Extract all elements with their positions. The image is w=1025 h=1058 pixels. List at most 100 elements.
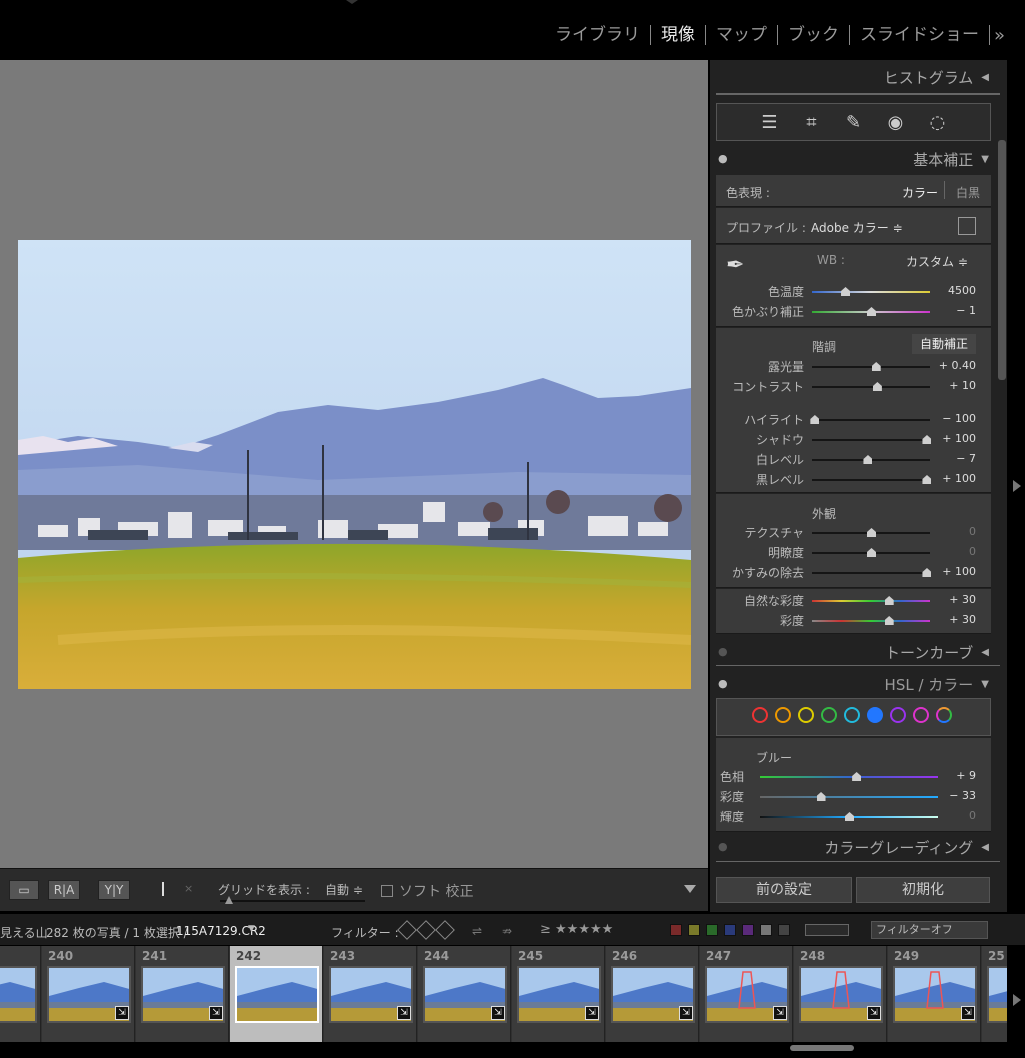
slider-track[interactable] bbox=[812, 479, 930, 481]
folder-name[interactable]: 見える山 bbox=[0, 924, 48, 941]
filter-preset-select[interactable]: フィルターオフ bbox=[871, 921, 988, 939]
previous-settings-button[interactable]: 前の設定 bbox=[716, 877, 852, 903]
right-panel-scrollbar[interactable] bbox=[998, 140, 1006, 380]
slider-value[interactable]: + 100 bbox=[928, 472, 976, 485]
slider-value[interactable]: + 10 bbox=[928, 379, 976, 392]
slider-track[interactable] bbox=[812, 366, 930, 368]
filmstrip-thumbnail[interactable]: 244 ⇲ bbox=[418, 946, 511, 1042]
filter-unedited-icon[interactable]: ⇏ bbox=[502, 924, 512, 938]
slider-value[interactable]: − 7 bbox=[928, 452, 976, 465]
slider-value[interactable]: − 1 bbox=[928, 304, 976, 317]
blue-label-filter[interactable] bbox=[724, 924, 736, 936]
soft-proof-toggle[interactable]: ソフト 校正 bbox=[381, 881, 473, 901]
filmstrip-thumbnail[interactable]: 242 bbox=[230, 946, 323, 1042]
reset-button[interactable]: 初期化 bbox=[856, 877, 990, 903]
right-panel-toggle-icon[interactable] bbox=[1013, 480, 1021, 492]
thumbnail-image[interactable] bbox=[235, 966, 319, 1023]
filmstrip-thumbnail[interactable] bbox=[0, 946, 41, 1042]
filmstrip-thumbnail[interactable]: 25 ⇲ bbox=[982, 946, 1007, 1042]
photo-preview[interactable] bbox=[18, 240, 691, 689]
slider-track[interactable] bbox=[812, 572, 930, 574]
filmstrip-thumbnail[interactable]: 243 ⇲ bbox=[324, 946, 417, 1042]
treatment-bw-option[interactable]: 白黒 bbox=[956, 184, 980, 201]
hsl-slider-value[interactable]: + 9 bbox=[928, 769, 976, 782]
soft-proof-checkbox[interactable] bbox=[381, 885, 393, 897]
wb-select[interactable]: カスタム ≑ bbox=[906, 253, 968, 270]
treatment-color-option[interactable]: カラー bbox=[902, 184, 938, 201]
hsl-color-dot-icon[interactable] bbox=[775, 707, 791, 723]
eyedropper-icon[interactable]: ✒ bbox=[726, 253, 744, 278]
filter-unflagged-icon[interactable] bbox=[416, 920, 436, 940]
basic-adjust-icon[interactable]: ☰ bbox=[758, 112, 782, 133]
top-panel-toggle-icon[interactable] bbox=[346, 0, 358, 4]
slider-value[interactable]: + 100 bbox=[928, 565, 976, 578]
slider-value[interactable]: 0 bbox=[928, 525, 976, 538]
filter-edited-icon[interactable]: ⇌ bbox=[472, 924, 482, 938]
loupe-view-button[interactable]: ▭ bbox=[9, 880, 39, 900]
hsl-color-dot-icon[interactable] bbox=[798, 707, 814, 723]
grid-select[interactable]: 自動 ≑ bbox=[325, 881, 363, 898]
healing-icon[interactable]: ✎ bbox=[842, 112, 866, 133]
reject-flag-icon[interactable]: × bbox=[184, 882, 196, 895]
filmstrip-thumbnail[interactable]: 248 ⇲ bbox=[794, 946, 887, 1042]
slider-value[interactable]: + 0.40 bbox=[928, 359, 976, 372]
more-modules-icon[interactable]: » bbox=[990, 25, 1005, 46]
custom-label-filter[interactable] bbox=[760, 924, 772, 936]
grid-slider-track[interactable] bbox=[220, 900, 365, 902]
thumbnail-image[interactable] bbox=[987, 966, 1007, 1023]
eye-icon[interactable]: ● bbox=[718, 840, 728, 853]
filmstrip-right-toggle-icon[interactable] bbox=[1013, 994, 1021, 1006]
eye-icon[interactable]: ● bbox=[718, 677, 728, 690]
filmstrip-thumbnail[interactable]: 249 ⇲ bbox=[888, 946, 981, 1042]
profile-browser-icon[interactable] bbox=[958, 217, 976, 235]
thumbnail-image[interactable] bbox=[0, 966, 37, 1023]
slider-value[interactable]: + 30 bbox=[928, 613, 976, 626]
hsl-color-dot-icon[interactable] bbox=[821, 707, 837, 723]
module-map[interactable]: マップ bbox=[706, 24, 777, 46]
filename-menu-chevron-icon[interactable]: ▼ bbox=[248, 924, 255, 934]
basic-header[interactable]: ● 基本補正 ▼ bbox=[710, 144, 1007, 174]
histogram-header[interactable]: ヒストグラム ◀ bbox=[710, 62, 1007, 92]
red-eye-icon[interactable]: ◉ bbox=[884, 112, 908, 133]
filmstrip-thumbnail[interactable]: 245 ⇲ bbox=[512, 946, 605, 1042]
slider-track[interactable] bbox=[812, 291, 930, 293]
hsl-color-dot-icon[interactable] bbox=[890, 707, 906, 723]
before-after-lr-button[interactable]: R|A bbox=[48, 880, 80, 900]
slider-track[interactable] bbox=[812, 386, 930, 388]
no-label-filter[interactable] bbox=[778, 924, 790, 936]
yellow-label-filter[interactable] bbox=[688, 924, 700, 936]
slider-value[interactable]: 4500 bbox=[928, 284, 976, 297]
hsl-color-dot-icon[interactable] bbox=[867, 707, 883, 723]
hsl-header[interactable]: ● HSL / カラー ▼ bbox=[710, 669, 1007, 699]
before-after-tb-button[interactable]: Y|Y bbox=[98, 880, 130, 900]
color-grading-header[interactable]: ● カラーグレーディング ◀ bbox=[710, 832, 1007, 862]
green-label-filter[interactable] bbox=[706, 924, 718, 936]
hsl-slider-value[interactable]: − 33 bbox=[928, 789, 976, 802]
filmstrip-scrollbar[interactable] bbox=[790, 1045, 854, 1051]
slider-track[interactable] bbox=[812, 620, 930, 622]
auto-tone-button[interactable]: 自動補正 bbox=[912, 334, 976, 354]
crop-icon[interactable]: ⌗ bbox=[800, 112, 824, 133]
star-filter[interactable]: ≥ ★★★★★ bbox=[540, 922, 613, 937]
toolbar-menu-chevron-icon[interactable] bbox=[684, 885, 696, 893]
filmstrip-thumbnail[interactable]: 241 ⇲ bbox=[136, 946, 229, 1042]
slider-track[interactable] bbox=[812, 600, 930, 602]
slider-value[interactable]: − 100 bbox=[928, 412, 976, 425]
kind-filter-icon[interactable] bbox=[805, 924, 849, 936]
module-library[interactable]: ライブラリ bbox=[545, 24, 650, 46]
red-label-filter[interactable] bbox=[670, 924, 682, 936]
filmstrip-thumbnail[interactable]: 246 ⇲ bbox=[606, 946, 699, 1042]
hsl-slider-value[interactable]: 0 bbox=[928, 809, 976, 822]
masking-icon[interactable]: ◌ bbox=[926, 112, 950, 133]
hsl-color-dot-icon[interactable] bbox=[752, 707, 768, 723]
purple-label-filter[interactable] bbox=[742, 924, 754, 936]
slider-track[interactable] bbox=[812, 439, 930, 441]
filmstrip-thumbnail[interactable]: 247 ⇲ bbox=[700, 946, 793, 1042]
eye-icon[interactable]: ● bbox=[718, 645, 728, 658]
module-book[interactable]: ブック bbox=[778, 24, 849, 46]
profile-select[interactable]: Adobe カラー ≑ bbox=[811, 219, 903, 236]
filter-rejected-icon[interactable] bbox=[435, 920, 455, 940]
hsl-color-dot-icon[interactable] bbox=[936, 707, 952, 723]
slider-value[interactable]: + 30 bbox=[928, 593, 976, 606]
tone-curve-header[interactable]: ● トーンカーブ ◀ bbox=[710, 637, 1007, 667]
